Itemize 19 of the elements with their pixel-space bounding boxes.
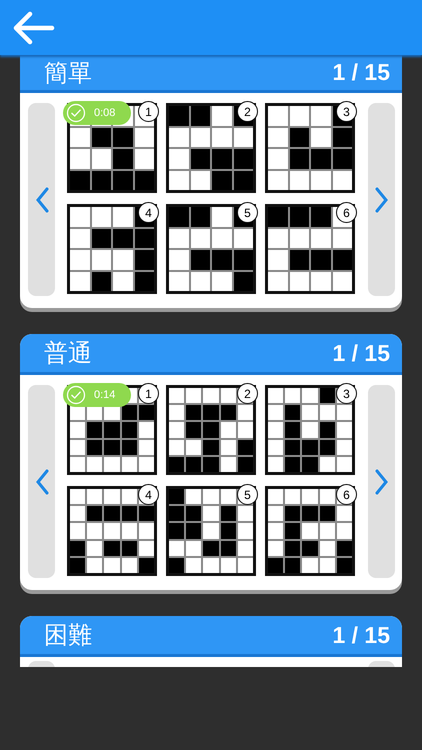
puzzle-number: 3: [336, 101, 357, 122]
level-title: 困難: [44, 620, 92, 651]
solved-time: 0:14: [94, 389, 116, 401]
level-title: 簡單: [44, 58, 92, 88]
level-title: 普通: [44, 338, 92, 369]
puzzle-number: 4: [138, 202, 159, 223]
page-counter: 1 / 15: [332, 622, 390, 648]
page-counter: 1 / 15: [332, 340, 390, 366]
puzzle-number: 1: [138, 101, 159, 122]
puzzle-thumbnail[interactable]: 2: [166, 103, 256, 193]
page-counter: 1 / 15: [332, 59, 390, 86]
puzzle-thumbnail[interactable]: 5: [166, 204, 256, 294]
puzzle-number: 5: [237, 202, 258, 223]
solved-time: 0:08: [94, 107, 116, 119]
puzzle-number: 2: [237, 101, 258, 122]
puzzle-thumbnail[interactable]: 4: [67, 204, 157, 294]
puzzle-thumbnail[interactable]: 3: [265, 103, 355, 193]
puzzle-thumbnail[interactable]: 6: [265, 204, 355, 294]
puzzle-number: 6: [336, 202, 357, 223]
